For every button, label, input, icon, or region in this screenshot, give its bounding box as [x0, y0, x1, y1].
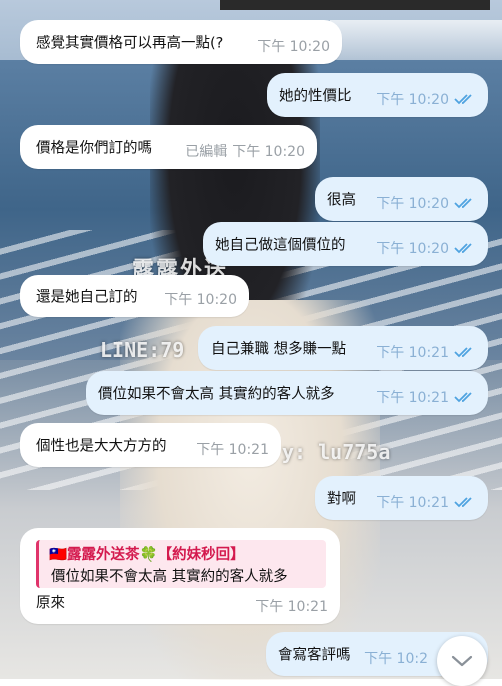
- message-time: 下午 10:20: [164, 292, 237, 308]
- message-text: 感覺其實價格可以再高一點(?: [36, 35, 224, 52]
- message-outgoing[interactable]: 對啊 下午 10:21: [315, 476, 488, 520]
- message-meta: 下午 10:21: [376, 342, 476, 362]
- message-meta: 下午 10:21: [376, 387, 476, 407]
- message-meta: 下午 10:21: [255, 596, 328, 616]
- message-outgoing[interactable]: 價位如果不會太高 其實約的客人就多 下午 10:21: [86, 371, 488, 415]
- message-text: 她的性價比: [279, 88, 352, 105]
- double-check-icon: [454, 243, 472, 254]
- message-incoming[interactable]: 個性也是大大方方的 下午 10:21: [20, 423, 281, 467]
- message-meta: 已編輯 下午 10:20: [185, 141, 305, 161]
- message-time: 下午 10:20: [376, 92, 449, 108]
- chevron-down-icon: [451, 655, 473, 667]
- double-check-icon: [454, 347, 472, 358]
- message-text: 會寫客評嗎: [278, 647, 351, 664]
- reply-sender: 🇹🇼露露外送茶🍀【約妹秒回】: [49, 547, 245, 563]
- message-time: 下午 10:20: [376, 241, 449, 257]
- message-time: 下午 10:21: [255, 599, 328, 615]
- message-text: 個性也是大大方方的: [36, 438, 167, 455]
- double-check-icon: [454, 497, 472, 508]
- double-check-icon: [454, 94, 472, 105]
- message-incoming[interactable]: 價格是你們訂的嗎 已編輯 下午 10:20: [20, 125, 317, 169]
- message-meta: 下午 10:20: [376, 238, 476, 258]
- message-text: 價位如果不會太高 其實約的客人就多: [98, 386, 335, 403]
- message-time: 下午 10:2: [364, 651, 428, 667]
- message-meta: 下午 10:20: [376, 89, 476, 109]
- message-incoming[interactable]: 還是她自己訂的 下午 10:20: [20, 275, 249, 317]
- message-time: 下午 10:21: [376, 495, 449, 511]
- message-time: 下午 10:20: [232, 144, 305, 160]
- message-text: 對啊: [327, 491, 356, 508]
- message-meta: 下午 10:20: [376, 193, 476, 213]
- message-text: 她自己做這個價位的: [215, 237, 346, 254]
- message-text: 原來: [36, 595, 65, 612]
- message-edited-label: 已編輯: [185, 144, 228, 160]
- message-outgoing[interactable]: 她的性價比 下午 10:20: [267, 73, 488, 117]
- message-outgoing[interactable]: 很高 下午 10:20: [315, 177, 488, 221]
- message-text: 還是她自己訂的: [36, 289, 138, 306]
- message-time: 下午 10:21: [376, 390, 449, 406]
- message-incoming[interactable]: 感覺其實價格可以再高一點(? 下午 10:20: [20, 20, 342, 64]
- message-meta: 下午 10:2: [364, 648, 428, 668]
- message-text: 很高: [327, 192, 356, 209]
- message-meta: 下午 10:20: [164, 289, 237, 309]
- message-text: 自己兼職 想多賺一點: [211, 341, 347, 358]
- wallpaper-watermark: LINE:79: [100, 338, 185, 362]
- double-check-icon: [454, 392, 472, 403]
- wallpaper-watermark: y: lu775a: [282, 440, 391, 464]
- wallpaper-skyline: [330, 20, 502, 60]
- message-time: 下午 10:20: [376, 196, 449, 212]
- wallpaper-top-strip: [220, 0, 490, 10]
- message-time: 下午 10:21: [376, 345, 449, 361]
- message-outgoing[interactable]: 自己兼職 想多賺一點 下午 10:21: [198, 326, 488, 370]
- reply-text: 價位如果不會太高 其實約的客人就多: [51, 569, 288, 585]
- message-meta: 下午 10:21: [376, 492, 476, 512]
- message-outgoing[interactable]: 她自己做這個價位的 下午 10:20: [203, 222, 488, 266]
- message-text: 價格是你們訂的嗎: [36, 140, 152, 157]
- message-time: 下午 10:21: [196, 442, 269, 458]
- message-meta: 下午 10:21: [196, 439, 269, 459]
- double-check-icon: [454, 198, 472, 209]
- message-meta: 下午 10:20: [257, 36, 330, 56]
- message-time: 下午 10:20: [257, 39, 330, 55]
- reply-quote[interactable]: 🇹🇼露露外送茶🍀【約妹秒回】 價位如果不會太高 其實約的客人就多: [36, 540, 326, 588]
